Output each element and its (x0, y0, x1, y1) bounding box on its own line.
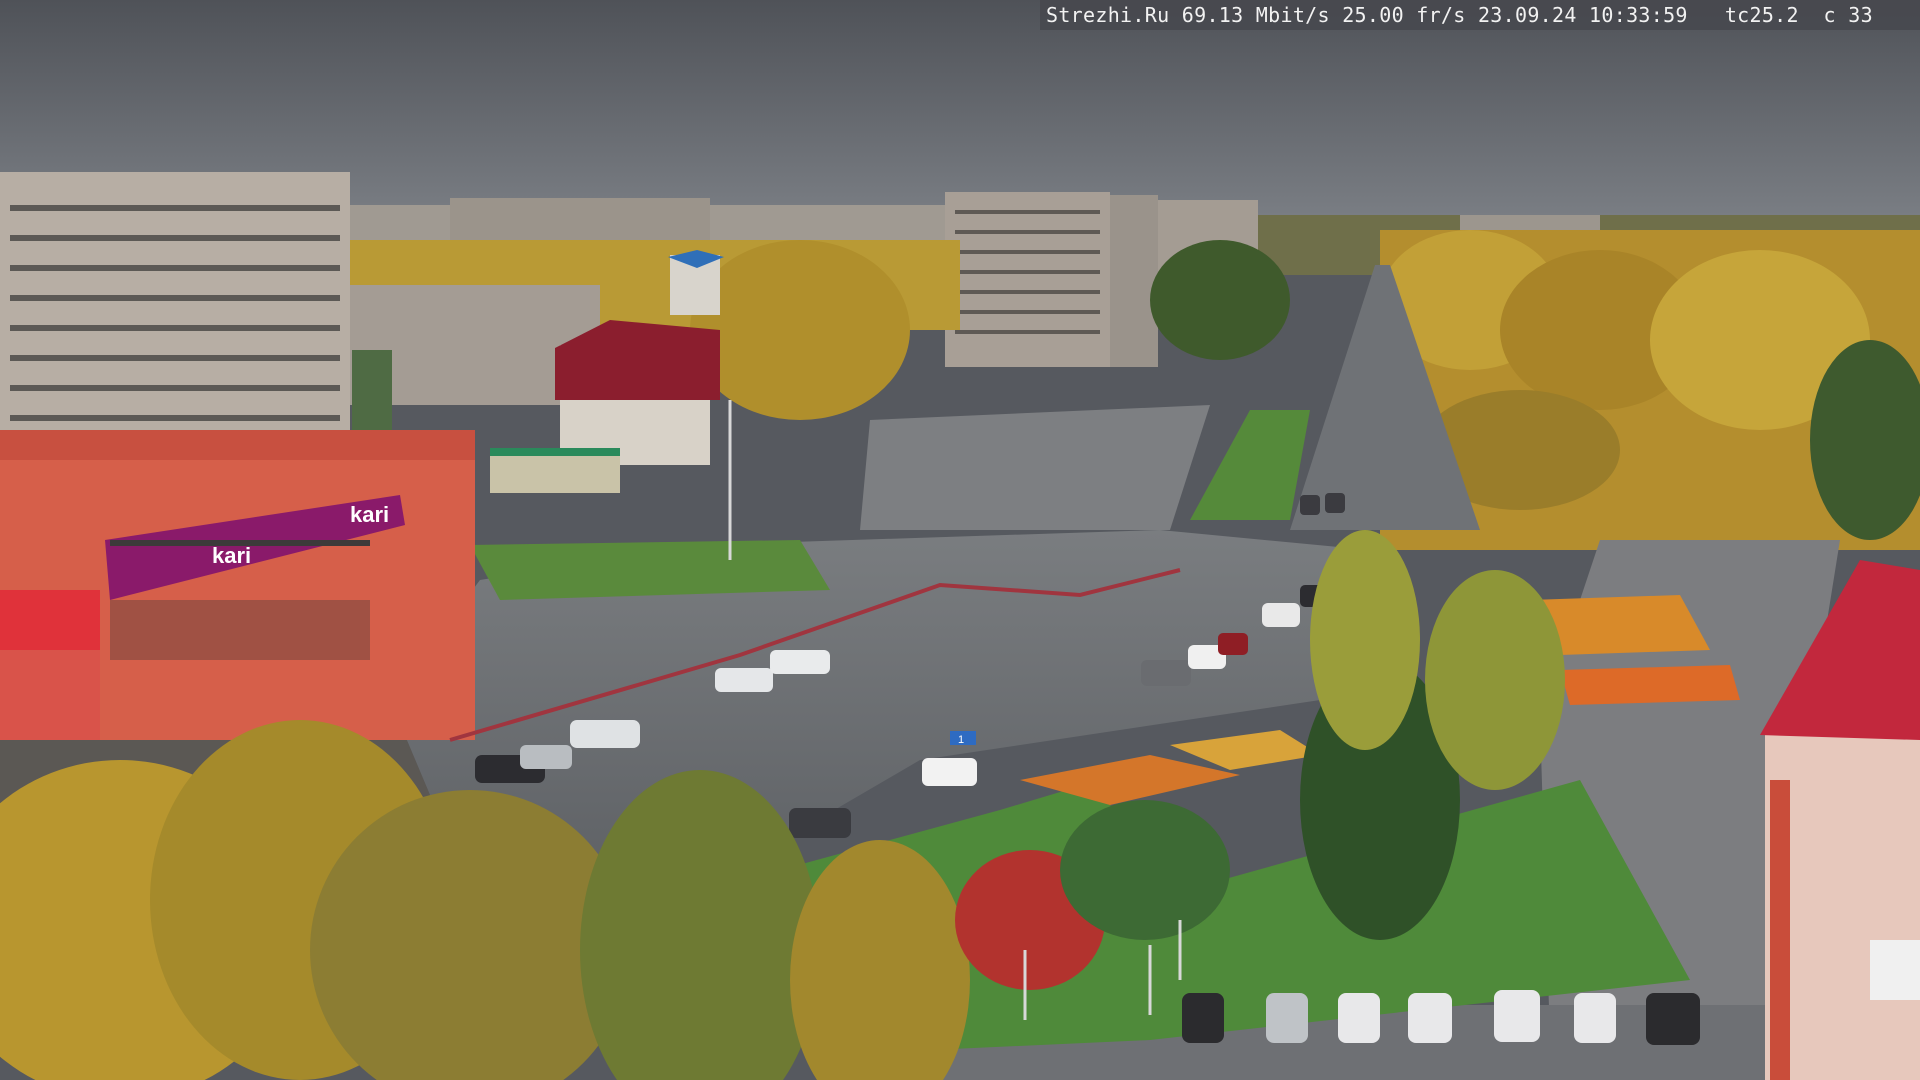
overlay-site: Strezhi.Ru (1046, 3, 1170, 27)
overlay-code-2: c 33 (1823, 3, 1873, 27)
tree-cluster (1150, 240, 1290, 360)
kari-sub-sign: kari (212, 543, 251, 568)
overlay-date: 23.09.24 (1477, 3, 1577, 27)
flower-bed (1170, 730, 1320, 770)
tree-cluster (690, 240, 910, 420)
overlay-framerate: 25.00 fr/s (1342, 3, 1466, 27)
kari-store (0, 430, 475, 740)
camera-overlay-text: Strezhi.Ru 69.13 Mbit/s 25.00 fr/s 23.09… (1040, 0, 1920, 30)
lawn-boulevard (1190, 410, 1310, 520)
flower-bed (1560, 665, 1740, 705)
road-sign-label: 1 (958, 734, 964, 746)
overlay-bitrate: 69.13 Mbit/s (1181, 3, 1330, 27)
overlay-time: 10:33:59 (1589, 3, 1688, 27)
webcam-scene: kari kari 1 (0, 0, 1920, 1080)
lawn-left (470, 540, 830, 600)
overlay-code-1: tc25.2 (1724, 3, 1799, 27)
upper-parking-plaza (860, 405, 1210, 530)
kari-logo-sign: kari (350, 502, 389, 527)
